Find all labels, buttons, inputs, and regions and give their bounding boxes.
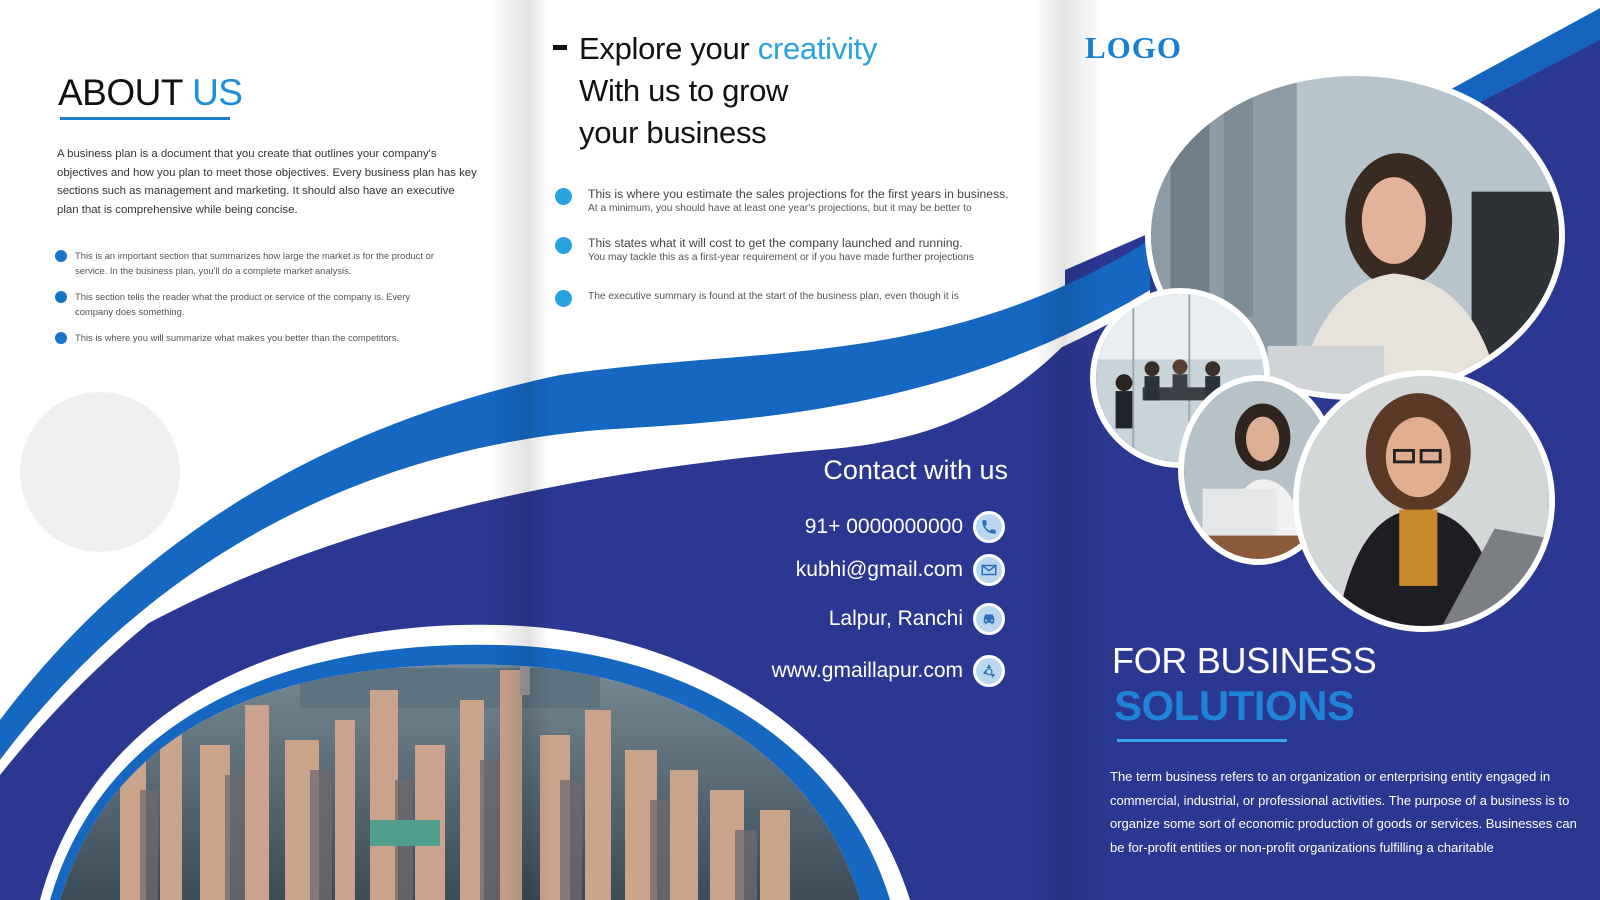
contact-website[interactable]: www.gmaillapur.com [772, 659, 963, 683]
bullet-dot-icon [55, 250, 67, 262]
contact-email-row: kubhi@gmail.com [796, 551, 1005, 589]
car-icon [973, 603, 1005, 635]
contact-address: Lalpur, Ranchi [828, 607, 963, 630]
headline-dash [553, 45, 567, 50]
middle-bullet: The executive summary is found at the st… [555, 288, 1078, 307]
brochure-page: ABOUT US A business plan is a document t… [0, 0, 1600, 900]
about-bullet: This section tells the reader what the p… [55, 289, 445, 319]
mail-icon [973, 554, 1005, 586]
headline-line2: With us to grow [579, 73, 789, 108]
middle-bullet: This is where you estimate the sales pro… [555, 186, 1078, 216]
about-bullet: This is an important section that summar… [55, 248, 445, 278]
woman-glasses-photo [1293, 370, 1555, 632]
phone-icon [973, 511, 1005, 543]
about-title-main: ABOUT [58, 72, 193, 113]
solutions-heading: SOLUTIONS [1114, 682, 1355, 729]
for-business-heading: FOR BUSINESS [1112, 640, 1377, 681]
bullet-dot-icon [555, 188, 572, 205]
contact-address-row: Lalpur, Ranchi [829, 600, 1005, 638]
middle-headline: Explore your creativity With us to grow … [579, 28, 877, 154]
about-bullet-text: This section tells the reader what the p… [75, 291, 411, 317]
middle-bullet-main: This is where you estimate the sales pro… [588, 187, 1009, 201]
about-title: ABOUT US [58, 72, 243, 114]
about-bullet: This is where you will summarize what ma… [55, 330, 445, 345]
contact-phone[interactable]: 91+ 0000000000 [805, 515, 963, 539]
right-underline [1117, 739, 1287, 742]
bullet-dot-icon [55, 291, 67, 303]
recycle-icon [973, 655, 1005, 687]
headline-line1: Explore your [579, 31, 758, 66]
bullet-dot-icon [555, 237, 572, 254]
headline-accent: creativity [757, 31, 878, 66]
right-paragraph: The term business refers to an organizat… [1110, 769, 1577, 855]
middle-bullet-sub: The executive summary is found at the st… [588, 291, 959, 302]
about-underline [60, 117, 230, 120]
contact-title: Contact with us [823, 455, 1008, 485]
middle-bullet-main: This states what it will cost to get the… [588, 236, 963, 250]
contact-phone-row: 91+ 0000000000 [805, 508, 1005, 546]
about-bullet-text: This is an important section that summar… [75, 250, 435, 276]
contact-website-row: www.gmaillapur.com [772, 652, 1005, 690]
about-paragraph: A business plan is a document that you c… [57, 148, 477, 216]
middle-bullet: This states what it will cost to get the… [555, 235, 1078, 265]
brand-logo: LOGO [1085, 30, 1183, 65]
headline-line3: your business [579, 115, 767, 150]
contact-email[interactable]: kubhi@gmail.com [796, 558, 963, 582]
about-bullet-text: This is where you will summarize what ma… [75, 332, 400, 343]
middle-bullet-sub: At a minimum, you should have at least o… [588, 203, 972, 214]
bullet-dot-icon [55, 332, 67, 344]
about-title-accent: US [192, 72, 243, 113]
middle-bullet-sub: You may tackle this as a first-year requ… [588, 252, 974, 263]
bullet-dot-icon [555, 290, 572, 307]
